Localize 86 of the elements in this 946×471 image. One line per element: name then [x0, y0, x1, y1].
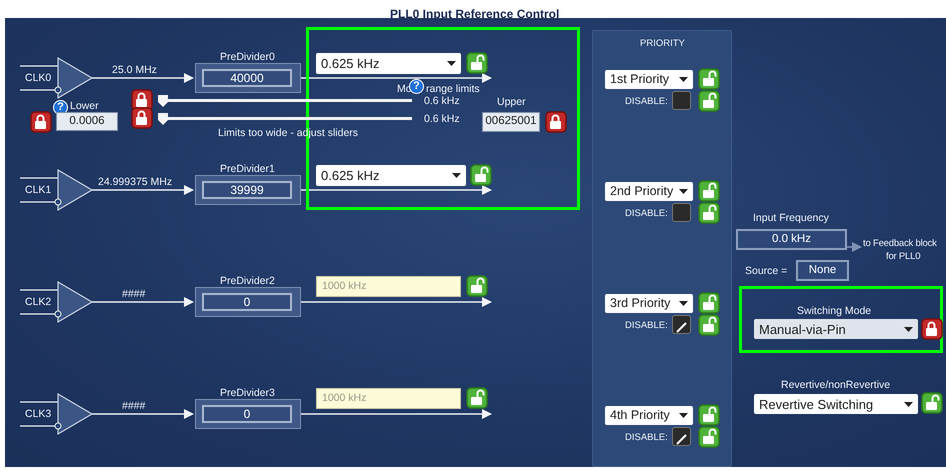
- input-lines: [20, 289, 58, 315]
- predivider-field[interactable]: 40000: [202, 69, 292, 87]
- padlock-icon[interactable]: [30, 111, 52, 133]
- range-heading: range limits: [426, 84, 480, 94]
- slider-thumb[interactable]: [158, 113, 168, 125]
- dropdown[interactable]: Revertive Switching: [754, 394, 918, 414]
- source-field: None: [796, 260, 849, 281]
- buffer-symbol: [54, 168, 94, 212]
- frequency-label: 25.0 MHz: [112, 65, 157, 76]
- predivider-field[interactable]: 0: [202, 293, 292, 311]
- padlock-icon[interactable]: [698, 202, 720, 224]
- input-lines: [20, 401, 58, 427]
- padlock-icon[interactable]: [466, 275, 488, 297]
- caret-icon: [904, 402, 913, 406]
- page-title: PLL0 Input Reference Control: [390, 8, 560, 20]
- switching-mode-label: Switching Mode: [797, 306, 872, 316]
- dropdown[interactable]: 1st Priority: [605, 70, 693, 89]
- predivider-field[interactable]: 39999: [202, 181, 292, 199]
- padlock-icon[interactable]: [698, 292, 720, 314]
- padlock-icon[interactable]: [698, 180, 720, 202]
- panel-heading: PRIORITY: [640, 39, 685, 48]
- disable-label: DISABLE:: [625, 321, 668, 330]
- lower-label: Lower: [70, 101, 99, 112]
- upper-label: Upper: [497, 97, 526, 108]
- dropdown[interactable]: 0.625 kHz: [316, 165, 466, 186]
- padlock-icon[interactable]: [466, 387, 488, 409]
- disable-checkbox[interactable]: [672, 315, 691, 334]
- padlock-icon[interactable]: [466, 52, 488, 74]
- signal-arrow: [847, 242, 862, 252]
- padlock-icon[interactable]: [698, 404, 720, 426]
- clock-label: CLK1: [25, 185, 52, 196]
- input-lines: [20, 177, 58, 203]
- clock-label: CLK2: [25, 297, 52, 308]
- buffer-symbol: [54, 56, 94, 100]
- clock-label: CLK0: [25, 73, 52, 84]
- padlock-icon[interactable]: [698, 90, 720, 112]
- revertive-label: Revertive/nonRevertive: [781, 380, 890, 390]
- upper-field[interactable]: 00625001: [482, 112, 540, 132]
- slider-thumb[interactable]: [158, 95, 168, 107]
- predivider-label: PreDivider2: [220, 276, 275, 286]
- source-label: Source =: [745, 266, 788, 276]
- caret-icon: [679, 189, 688, 194]
- buffer-symbol: [54, 280, 94, 324]
- frequency-label: ####: [122, 289, 146, 300]
- dropdown[interactable]: Manual-via-Pin: [754, 319, 918, 339]
- caret-icon: [679, 301, 688, 306]
- padlock-icon[interactable]: [698, 426, 720, 448]
- frequency-label: 24.999375 MHz: [98, 177, 172, 188]
- input-lines: [20, 65, 58, 91]
- caret-icon: [904, 326, 913, 332]
- disable-checkbox[interactable]: [672, 91, 691, 110]
- dropdown[interactable]: 2nd Priority: [605, 182, 693, 201]
- buffer-symbol: [54, 392, 94, 436]
- slider-reading: 0.6 kHz: [424, 96, 460, 106]
- clock-label: CLK3: [25, 409, 52, 420]
- dropdown[interactable]: 3rd Priority: [605, 294, 693, 313]
- padlock-icon[interactable]: [545, 111, 567, 133]
- caret-icon: [679, 413, 688, 418]
- caret-icon: [452, 173, 461, 178]
- predivider-label: PreDivider3: [220, 388, 275, 398]
- padlock-icon[interactable]: [470, 164, 492, 186]
- slider-reading: 0.6 kHz: [424, 114, 460, 124]
- predivider-label: PreDivider0: [220, 52, 275, 62]
- padlock-icon[interactable]: [698, 68, 720, 90]
- predivider-field[interactable]: 0: [202, 405, 292, 423]
- caret-icon: [679, 77, 688, 82]
- frequency-label: ####: [122, 401, 146, 412]
- caret-icon: [447, 61, 456, 66]
- disable-label: DISABLE:: [625, 97, 668, 106]
- lower-field[interactable]: 0.0006: [56, 112, 118, 131]
- padlock-icon[interactable]: [921, 318, 943, 340]
- disable-label: DISABLE:: [625, 209, 668, 218]
- predivider-label: PreDivider1: [220, 164, 275, 174]
- input-frequency-field: 0.0 kHz: [736, 229, 847, 250]
- padlock-icon[interactable]: [921, 392, 943, 414]
- feedback-note: for PLL0: [886, 252, 920, 262]
- dropdown[interactable]: 4th Priority: [605, 406, 693, 425]
- input-frequency-label: Input Frequency: [753, 213, 829, 224]
- dropdown[interactable]: 0.625 kHz: [316, 53, 461, 74]
- disable-label: DISABLE:: [625, 433, 668, 442]
- padlock-icon[interactable]: [131, 89, 153, 111]
- disable-checkbox[interactable]: [672, 203, 691, 222]
- padlock-icon[interactable]: [698, 314, 720, 336]
- padlock-icon[interactable]: [131, 107, 153, 129]
- disable-checkbox[interactable]: [672, 427, 691, 446]
- feedback-note: to Feedback block: [863, 239, 937, 248]
